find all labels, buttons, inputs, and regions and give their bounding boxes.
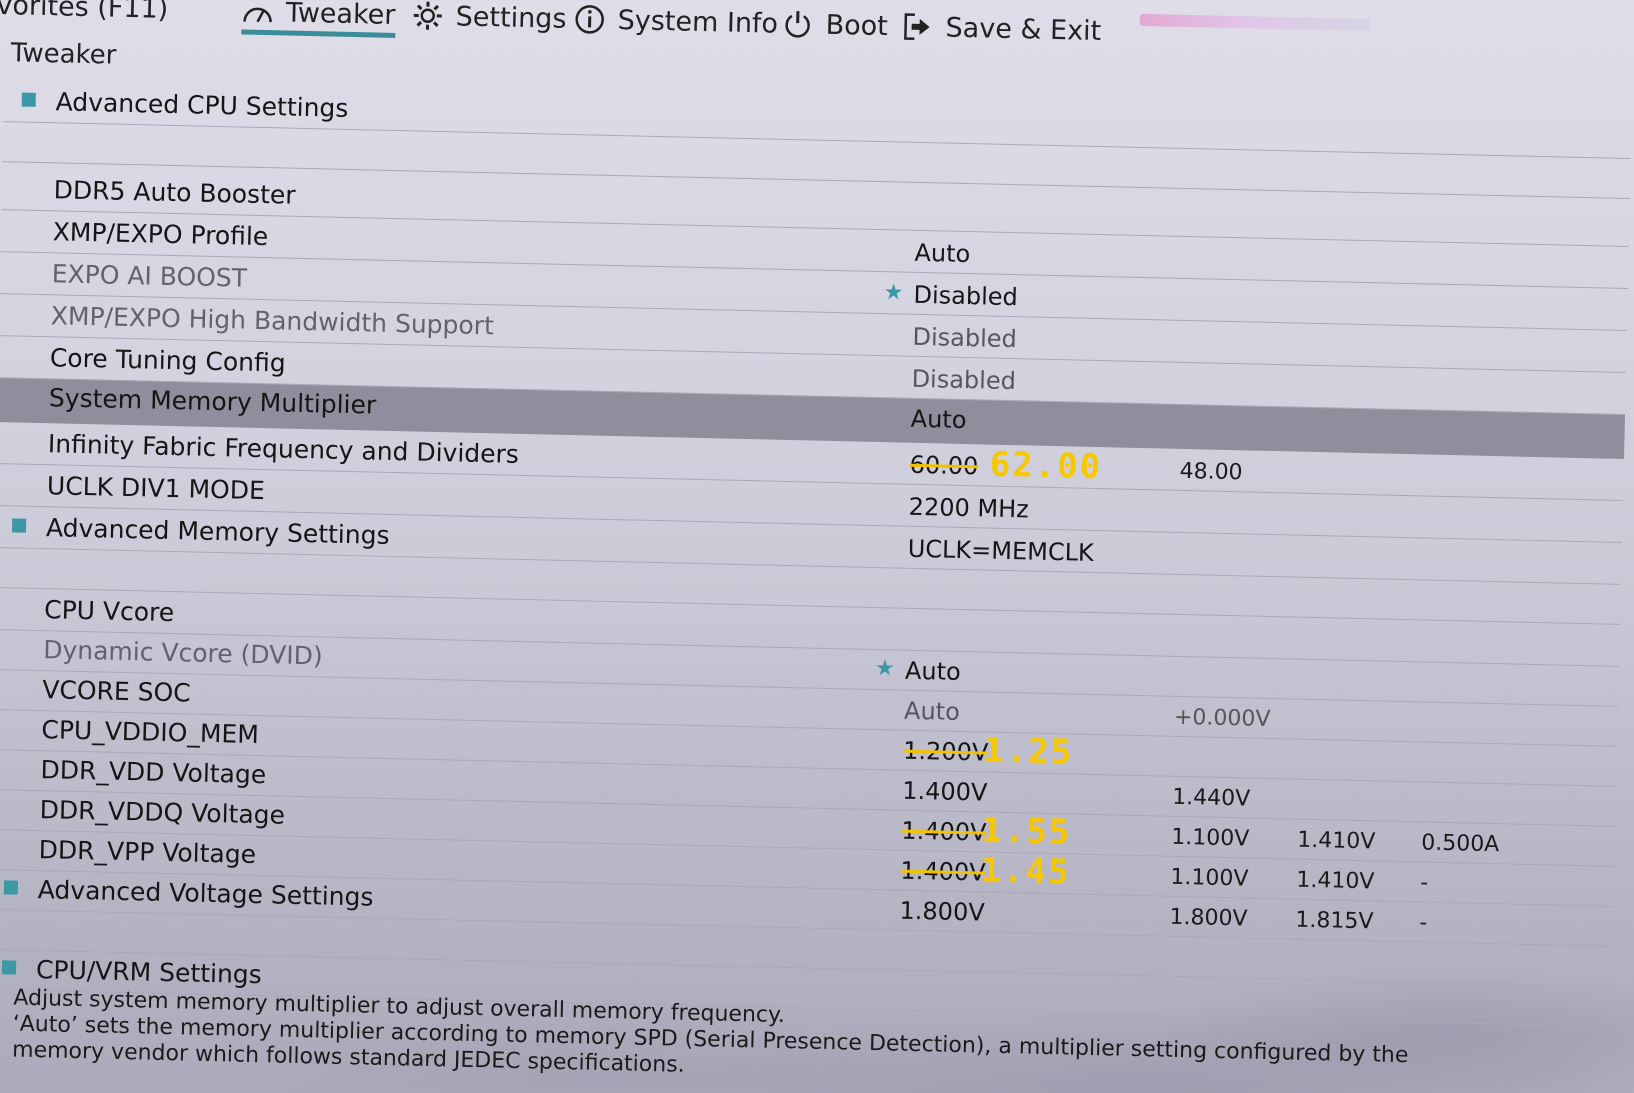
row-value-4: - [1420, 870, 1429, 896]
handwritten-annotation: 1.55 [980, 810, 1072, 853]
row-value-2: 1.800V [1169, 904, 1248, 932]
bios-page: avorites (F11) Tweaker Settings System I… [0, 0, 1634, 1093]
tab-system-info[interactable]: System Info [573, 3, 778, 40]
row-value: Auto [903, 696, 961, 726]
row-label: XMP/EXPO Profile [52, 217, 269, 252]
nav-label: Boot [825, 9, 889, 42]
star-icon: ★ [874, 656, 896, 682]
tab-settings[interactable]: Settings [411, 0, 567, 35]
tab-favorites[interactable]: avorites (F11) [0, 0, 169, 25]
row-value-2: 1.440V [1171, 784, 1251, 812]
row-label: Advanced Voltage Settings [37, 875, 374, 912]
row-value: 1.800V [899, 896, 985, 927]
tab-tweaker[interactable]: Tweaker [241, 0, 396, 38]
row-value: 60.00 [909, 450, 979, 481]
row-value: UCLK=MEMCLK [907, 534, 1095, 567]
power-icon [781, 8, 814, 41]
row-value: Auto [914, 238, 971, 269]
submenu-bullet-icon [3, 880, 19, 895]
handwritten-annotation: 62.00 [989, 444, 1103, 488]
row-value-2: 1.100V [1170, 864, 1249, 892]
row-value-2: +0.000V [1173, 704, 1271, 733]
row-label: CPU Vcore [43, 595, 175, 628]
info-icon [573, 3, 606, 36]
row-value-2: 1.100V [1171, 824, 1250, 852]
nav-label: Save & Exit [945, 11, 1102, 47]
row-value: Disabled [913, 280, 1019, 312]
row-value: Disabled [911, 364, 1017, 396]
row-label: DDR5 Auto Booster [53, 175, 296, 210]
submenu-bullet-icon [1, 960, 17, 975]
row-label: EXPO AI BOOST [51, 259, 248, 293]
row-label: CPU_VDDIO_MEM [41, 715, 260, 750]
row-value: Auto [904, 656, 962, 686]
row-label: Infinity Fabric Frequency and Dividers [47, 429, 520, 469]
gear-icon [411, 0, 444, 32]
tab-boot[interactable]: Boot [781, 8, 888, 42]
gauge-icon [241, 0, 274, 28]
row-value: Auto [910, 404, 967, 435]
submenu-bullet-icon [21, 92, 36, 107]
row-value: 1.400V [900, 856, 986, 887]
tab-save-exit[interactable]: Save & Exit [901, 10, 1102, 47]
row-label: UCLK DIV1 MODE [46, 471, 266, 506]
row-value-4: - [1419, 910, 1428, 936]
handwritten-annotation: 1.45 [980, 850, 1071, 893]
row-value-2: 48.00 [1179, 458, 1243, 486]
row-label: Dynamic Vcore (DVID) [42, 635, 323, 671]
handwritten-annotation: 1.25 [982, 730, 1074, 773]
row-value: 1.200V [902, 736, 989, 767]
row-label: DDR_VDD Voltage [40, 755, 267, 790]
row-value-4: 0.500A [1420, 830, 1500, 858]
nav-label: avorites (F11) [0, 0, 169, 25]
row-value: 2200 MHz [908, 492, 1030, 524]
row-label: DDR_VPP Voltage [38, 835, 257, 870]
exit-icon [901, 10, 934, 43]
row-value: 1.400V [901, 776, 988, 807]
submenu-bullet-icon [11, 518, 27, 533]
nav-label: Settings [455, 0, 567, 35]
row-value-3: 1.410V [1296, 867, 1375, 895]
row-label: System Memory Multiplier [48, 383, 377, 420]
row-label: DDR_VDDQ Voltage [39, 795, 286, 830]
nav-label: System Info [617, 4, 779, 40]
top-nav: avorites (F11) Tweaker Settings System I… [0, 0, 1634, 77]
row-value: 1.400V [901, 816, 987, 847]
row-value-3: 1.410V [1296, 827, 1376, 855]
row-label: Core Tuning Config [49, 343, 286, 378]
page-title: Tweaker [10, 38, 117, 71]
row-label: CPU/VRM Settings [35, 955, 263, 990]
row-label: Advanced Memory Settings [45, 513, 390, 550]
row-label: Advanced CPU Settings [55, 87, 349, 123]
star-icon: ★ [883, 280, 904, 306]
row-value: Disabled [912, 322, 1018, 354]
nav-label: Tweaker [285, 0, 396, 31]
row-value-3: 1.815V [1295, 907, 1374, 935]
row-label: VCORE SOC [42, 675, 192, 708]
row-label: XMP/EXPO High Bandwidth Support [50, 301, 495, 341]
